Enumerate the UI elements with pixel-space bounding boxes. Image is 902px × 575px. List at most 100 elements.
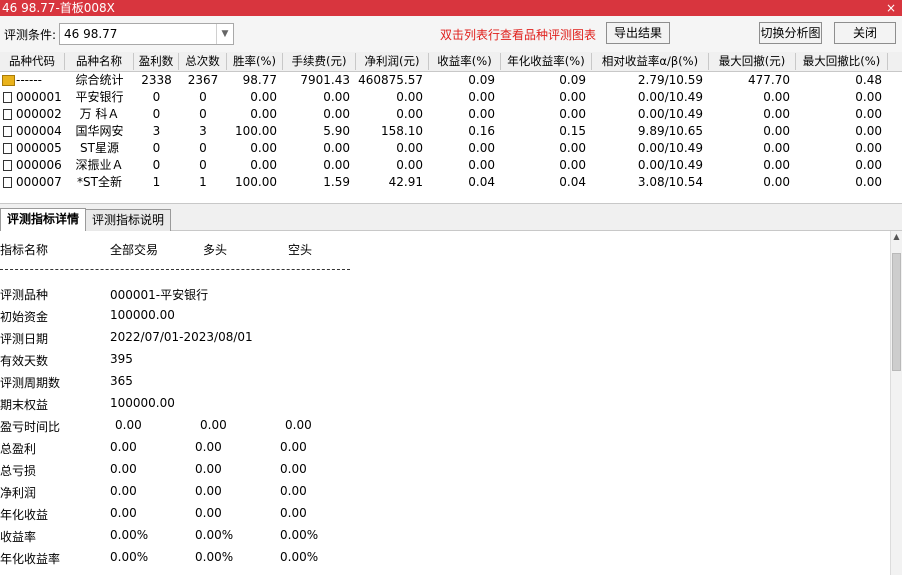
metric-value-long: 0.00 (200, 418, 227, 432)
window-close-icon[interactable]: × (886, 0, 896, 16)
column-header[interactable]: 手续费(元) (283, 53, 356, 70)
cell-ret: 0.00 (468, 90, 495, 104)
cell-wins: 0 (152, 107, 161, 121)
cell-maxdd: 0.00 (763, 158, 790, 172)
cell-profit: 0.00 (396, 141, 423, 155)
cell-ret: 0.09 (468, 73, 495, 87)
cell-code: 000004 (16, 124, 62, 138)
cell-annual: 0.04 (559, 175, 586, 189)
cell-total: 2367 (187, 73, 219, 87)
detail-value: 000001-平安银行 (110, 288, 209, 302)
cell-maxdd: 0.00 (763, 124, 790, 138)
cell-annual: 0.00 (559, 141, 586, 155)
cell-wins: 3 (152, 124, 161, 138)
metric-value-long: 0.00 (195, 462, 222, 476)
metric-value-short: 0.00 (280, 462, 307, 476)
cell-profit: 460875.57 (358, 73, 423, 87)
metric-value-long: 0.00% (195, 550, 234, 564)
cell-maxddr: 0.00 (855, 175, 882, 189)
column-header[interactable]: 胜率(%) (227, 53, 283, 70)
cell-wins: 0 (152, 90, 161, 104)
cell-wins: 1 (152, 175, 161, 189)
metric-value-short: 0.00 (280, 484, 307, 498)
detail-label: 评测品种 (0, 288, 49, 302)
cell-profit: 0.00 (396, 90, 423, 104)
metric-value-long: 0.00 (195, 440, 222, 454)
cell-name: 万 科Ａ (79, 107, 120, 121)
column-header[interactable]: 年化收益率(%) (501, 53, 592, 70)
scroll-thumb[interactable] (892, 253, 901, 371)
column-header[interactable]: 品种代码 (0, 53, 65, 70)
detail-label: 评测日期 (0, 332, 49, 346)
export-button[interactable]: 导出结果 (606, 22, 670, 44)
cell-winrate: 100.00 (235, 175, 277, 189)
metric-label: 年化收益 (0, 508, 49, 522)
cell-winrate: 0.00 (250, 90, 277, 104)
cell-winrate: 0.00 (250, 141, 277, 155)
scroll-up-icon[interactable]: ▲ (891, 231, 902, 243)
table-row[interactable]: 000004 国华网安 3 3 100.00 5.90 158.10 0.16 0.15 9.89… (0, 123, 902, 140)
column-header[interactable]: 净利润(元) (356, 53, 429, 70)
tab-detail[interactable]: 评测指标详情 (0, 208, 87, 232)
cell-profit: 0.00 (396, 158, 423, 172)
table-row[interactable]: 000002 万 科Ａ 0 0 0.00 0.00 0.00 0.00 0.00 0.00/10.… (0, 106, 902, 123)
chevron-down-icon[interactable]: ▼ (216, 24, 233, 44)
column-header[interactable]: 收益率(%) (429, 53, 501, 70)
cell-ret: 0.16 (468, 124, 495, 138)
column-header[interactable]: 最大回撤比(%) (796, 53, 888, 70)
cell-fee: 0.00 (323, 141, 350, 155)
vertical-scrollbar[interactable]: ▲ (890, 231, 902, 575)
cell-total: 1 (199, 175, 207, 189)
cell-rel: 0.00/10.49 (637, 141, 703, 155)
cell-rel: 0.00/10.49 (637, 158, 703, 172)
cell-maxddr: 0.48 (855, 73, 882, 87)
metric-value-all: 0.00 (110, 484, 137, 498)
detail-panel: 指标名称 全部交易 多头 空头 评测品种 000001-平安银行 初始资金 10000… (0, 231, 890, 575)
table-row[interactable]: 000005 ST星源 0 0 0.00 0.00 0.00 0.00 0.00 0.00/10.… (0, 140, 902, 157)
column-header[interactable]: 相对收益率α/β(%) (592, 53, 709, 70)
cell-maxdd: 0.00 (763, 175, 790, 189)
detail-header-all: 全部交易 (110, 243, 159, 257)
cell-annual: 0.00 (559, 90, 586, 104)
cell-rel: 0.00/10.49 (637, 90, 703, 104)
cell-code: 000001 (16, 90, 62, 104)
column-header[interactable]: 盈利数 (134, 53, 179, 70)
cell-fee: 0.00 (323, 90, 350, 104)
cell-ret: 0.00 (468, 158, 495, 172)
close-button[interactable]: 关闭 (834, 22, 896, 44)
cell-total: 3 (199, 124, 207, 138)
metric-value-all: 0.00% (110, 528, 149, 542)
divider (0, 269, 350, 270)
cell-maxdd: 0.00 (763, 90, 790, 104)
cell-fee: 7901.43 (300, 73, 350, 87)
table-row[interactable]: ------ 综合统计 2338 2367 98.77 7901.43 460875.57 0… (0, 72, 902, 89)
cell-wins: 0 (152, 141, 161, 155)
table-row[interactable]: 000001 平安银行 0 0 0.00 0.00 0.00 0.00 0.00 0.00/10.… (0, 89, 902, 106)
column-header[interactable]: 最大回撤(元) (709, 53, 796, 70)
switch-chart-button[interactable]: 切换分析图 (759, 22, 822, 44)
cell-name: ST星源 (80, 141, 119, 155)
table-row[interactable]: 000007 *ST全新 1 1 100.00 1.59 42.91 0.04 0.04 3.08… (0, 174, 902, 191)
metric-label: 盈亏时间比 (0, 420, 61, 434)
cell-wins: 2338 (141, 73, 172, 87)
cell-name: 平安银行 (75, 90, 124, 104)
cell-maxdd: 0.00 (763, 107, 790, 121)
condition-select[interactable]: 46 98.77 ▼ (59, 23, 234, 45)
cell-annual: 0.00 (559, 107, 586, 121)
results-table: 品种代码 品种名称 盈利数 总次数 胜率(%) 手续费(元) 净利润(元) 收益率(%) 年化收… (0, 52, 902, 202)
cell-rel: 3.08/10.54 (637, 175, 703, 189)
tab-explain[interactable]: 评测指标说明 (85, 209, 172, 231)
detail-value: 395 (110, 352, 133, 366)
cell-name: 深振业Ａ (75, 158, 124, 172)
table-row[interactable]: 000006 深振业Ａ 0 0 0.00 0.00 0.00 0.00 0.00 0.00/10.… (0, 157, 902, 174)
column-header[interactable]: 总次数 (179, 53, 227, 70)
metric-value-short: 0.00 (280, 440, 307, 454)
cell-profit: 42.91 (388, 175, 423, 189)
metric-value-short: 0.00 (280, 506, 307, 520)
cell-ret: 0.00 (468, 107, 495, 121)
detail-label: 评测周期数 (0, 376, 61, 390)
cell-maxdd: 477.70 (748, 73, 790, 87)
metric-label: 总亏损 (0, 464, 37, 478)
detail-value: 100000.00 (110, 396, 175, 410)
column-header[interactable]: 品种名称 (65, 53, 134, 70)
